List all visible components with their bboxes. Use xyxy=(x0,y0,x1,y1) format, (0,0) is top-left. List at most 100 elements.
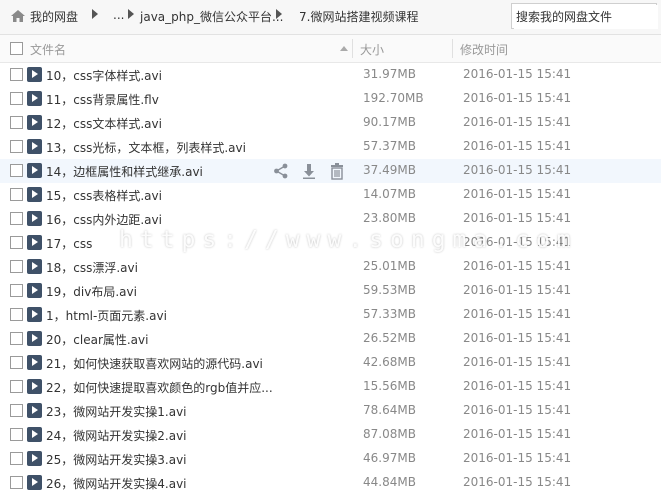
file-row[interactable]: 22，如何快速提取喜欢颜色的rgb值并应... 15.56MB 2016-01-15… xyxy=(0,375,661,399)
file-row[interactable]: 24，微网站开发实操2.avi 87.08MB 2016-01-15 15:41 xyxy=(0,423,661,447)
file-checkbox[interactable] xyxy=(10,236,23,249)
file-name[interactable]: 13，css光标，文本框，列表样式.avi xyxy=(46,139,246,156)
file-modified-date: 2016-01-15 15:41 xyxy=(463,187,572,201)
file-name[interactable]: 20，clear属性.avi xyxy=(46,331,148,348)
video-file-icon xyxy=(27,331,42,346)
file-checkbox[interactable] xyxy=(10,284,23,297)
file-name[interactable]: 21，如何快速获取喜欢网站的源代码.avi xyxy=(46,355,263,372)
video-file-icon xyxy=(27,187,42,202)
file-size: 44.84MB xyxy=(363,475,416,489)
file-modified-date: 2016-01-15 15:41 xyxy=(463,235,572,249)
video-file-icon xyxy=(27,259,42,274)
file-modified-date: 2016-01-15 15:41 xyxy=(463,355,572,369)
file-size: 15.56MB xyxy=(363,379,416,393)
file-checkbox[interactable] xyxy=(10,404,23,417)
file-name[interactable]: 23，微网站开发实操1.avi xyxy=(46,403,187,420)
file-row[interactable]: 1，html-页面元素.avi 57.33MB 2016-01-15 15:41 xyxy=(0,303,661,327)
file-checkbox[interactable] xyxy=(10,212,23,225)
delete-icon[interactable] xyxy=(328,162,346,180)
file-checkbox[interactable] xyxy=(10,308,23,321)
file-name[interactable]: 12，css文本样式.avi xyxy=(46,115,162,132)
file-row[interactable]: 12，css文本样式.avi 90.17MB 2016-01-15 15:41 xyxy=(0,111,661,135)
file-row[interactable]: 13，css光标，文本框，列表样式.avi 57.37MB 2016-01-15 1… xyxy=(0,135,661,159)
file-name[interactable]: 24，微网站开发实操2.avi xyxy=(46,427,187,444)
file-name[interactable]: 10，css字体样式.avi xyxy=(46,67,162,84)
file-name[interactable]: 15，css表格样式.avi xyxy=(46,187,162,204)
file-list-header: 文件名 大小 修改时间 xyxy=(0,35,661,63)
file-checkbox[interactable] xyxy=(10,164,23,177)
column-header-modified[interactable]: 修改时间 xyxy=(460,41,508,58)
video-file-icon xyxy=(27,163,42,178)
column-divider[interactable] xyxy=(352,39,353,58)
file-checkbox[interactable] xyxy=(10,452,23,465)
file-checkbox[interactable] xyxy=(10,68,23,81)
file-checkbox[interactable] xyxy=(10,356,23,369)
file-row[interactable]: 19，div布局.avi 59.53MB 2016-01-15 15:41 xyxy=(0,279,661,303)
file-checkbox[interactable] xyxy=(10,476,23,489)
file-row[interactable]: 16，css内外边距.avi 23.80MB 2016-01-15 15:41 xyxy=(0,207,661,231)
column-header-size[interactable]: 大小 xyxy=(360,41,384,58)
sort-ascending-icon[interactable] xyxy=(340,46,348,51)
breadcrumb-separator-icon xyxy=(92,9,98,19)
file-modified-date: 2016-01-15 15:41 xyxy=(463,427,572,441)
file-row[interactable]: 26，微网站开发实操4.avi 44.84MB 2016-01-15 15:41 xyxy=(0,471,661,495)
file-name[interactable]: 14，边框属性和样式继承.avi xyxy=(46,163,203,180)
breadcrumb-my-disk[interactable]: 我的网盘 xyxy=(30,8,78,25)
file-row[interactable]: 20，clear属性.avi 26.52MB 2016-01-15 15:41 xyxy=(0,327,661,351)
file-size: 42.68MB xyxy=(363,355,416,369)
select-all-checkbox[interactable] xyxy=(10,42,23,55)
file-checkbox[interactable] xyxy=(10,140,23,153)
file-modified-date: 2016-01-15 15:41 xyxy=(463,403,572,417)
file-size: 192.70MB xyxy=(363,91,424,105)
file-checkbox[interactable] xyxy=(10,260,23,273)
video-file-icon xyxy=(27,91,42,106)
file-row[interactable]: 23，微网站开发实操1.avi 78.64MB 2016-01-15 15:41 xyxy=(0,399,661,423)
file-row[interactable]: 10，css字体样式.avi 31.97MB 2016-01-15 15:41 xyxy=(0,63,661,87)
file-checkbox[interactable] xyxy=(10,92,23,105)
home-icon[interactable] xyxy=(10,9,26,23)
video-file-icon xyxy=(27,67,42,82)
breadcrumb-parent-folder[interactable]: java_php_微信公众平台... xyxy=(140,8,283,25)
file-name[interactable]: 11，css背景属性.flv xyxy=(46,91,159,108)
breadcrumb-ellipsis[interactable]: ... xyxy=(113,8,124,22)
video-file-icon xyxy=(27,403,42,418)
file-checkbox[interactable] xyxy=(10,332,23,345)
file-size: 37.49MB xyxy=(363,163,416,177)
file-name[interactable]: 19，div布局.avi xyxy=(46,283,137,300)
column-header-name[interactable]: 文件名 xyxy=(30,41,66,58)
file-name[interactable]: 25，微网站开发实操3.avi xyxy=(46,451,187,468)
file-name[interactable]: 1，html-页面元素.avi xyxy=(46,307,167,324)
video-file-icon xyxy=(27,211,42,226)
file-name[interactable]: 17，css xyxy=(46,235,92,252)
breadcrumb-separator-icon xyxy=(128,9,134,19)
download-icon[interactable] xyxy=(300,162,318,180)
file-row[interactable]: 18，css漂浮.avi 25.01MB 2016-01-15 15:41 xyxy=(0,255,661,279)
file-checkbox[interactable] xyxy=(10,188,23,201)
file-row[interactable]: 15，css表格样式.avi 14.07MB 2016-01-15 15:41 xyxy=(0,183,661,207)
file-row[interactable]: 14，边框属性和样式继承.avi 37.49MB 2016-01-15 15:41 xyxy=(0,159,661,183)
search-input[interactable] xyxy=(514,5,658,29)
file-row[interactable]: 17，css 2016-01-15 15:41 xyxy=(0,231,661,255)
file-row[interactable]: 11，css背景属性.flv 192.70MB 2016-01-15 15:41 xyxy=(0,87,661,111)
video-file-icon xyxy=(27,355,42,370)
file-name[interactable]: 18，css漂浮.avi xyxy=(46,259,138,276)
file-size: 87.08MB xyxy=(363,427,416,441)
file-size: 59.53MB xyxy=(363,283,416,297)
file-row[interactable]: 21，如何快速获取喜欢网站的源代码.avi 42.68MB 2016-01-15 1… xyxy=(0,351,661,375)
video-file-icon xyxy=(27,379,42,394)
file-size: 90.17MB xyxy=(363,115,416,129)
video-file-icon xyxy=(27,115,42,130)
search-box[interactable] xyxy=(511,3,658,29)
file-name[interactable]: 16，css内外边距.avi xyxy=(46,211,162,228)
file-row[interactable]: 25，微网站开发实操3.avi 46.97MB 2016-01-15 15:41 xyxy=(0,447,661,471)
file-size: 57.33MB xyxy=(363,307,416,321)
file-name[interactable]: 22，如何快速提取喜欢颜色的rgb值并应... xyxy=(46,379,273,396)
share-icon[interactable] xyxy=(272,162,290,180)
file-modified-date: 2016-01-15 15:41 xyxy=(463,307,572,321)
file-modified-date: 2016-01-15 15:41 xyxy=(463,331,572,345)
column-divider[interactable] xyxy=(452,39,453,58)
file-checkbox[interactable] xyxy=(10,380,23,393)
file-checkbox[interactable] xyxy=(10,116,23,129)
file-checkbox[interactable] xyxy=(10,428,23,441)
video-file-icon xyxy=(27,427,42,442)
